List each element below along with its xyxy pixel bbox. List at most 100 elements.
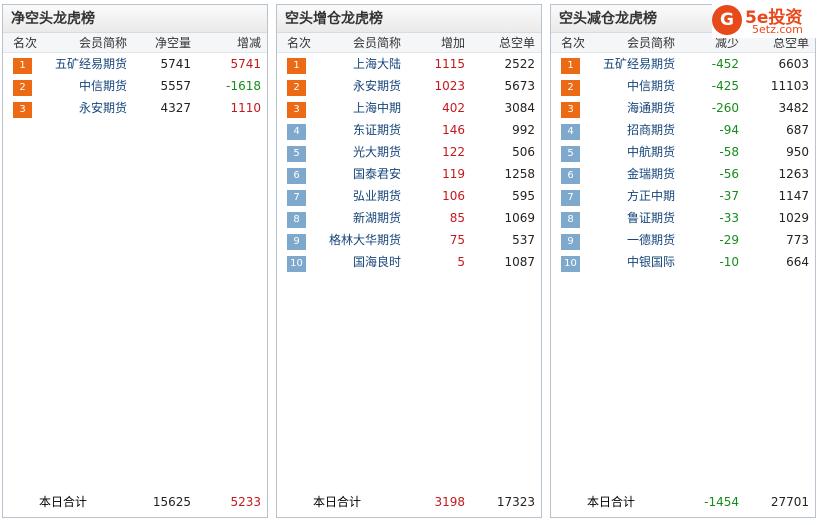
value-cell: -33 bbox=[719, 211, 739, 225]
total-short: 17323 bbox=[496, 495, 535, 509]
total-label: 本日合计 bbox=[313, 495, 362, 509]
table-row: 2 中信期货 5557 -1618 bbox=[3, 75, 267, 97]
daily-total-row: 本日合计 15625 5233 bbox=[3, 491, 267, 513]
value-cell: 3482 bbox=[778, 101, 809, 115]
rank-badge: 1 bbox=[13, 58, 32, 74]
value-cell: 3084 bbox=[504, 101, 535, 115]
table-row: 2 永安期货 1023 5673 bbox=[277, 75, 541, 97]
table-header: 名次 会员简称 净空量 增减 bbox=[3, 33, 267, 53]
member-name-link[interactable]: 一德期货 bbox=[585, 229, 675, 251]
member-name-link[interactable]: 国泰君安 bbox=[311, 163, 401, 185]
member-name-link[interactable]: 五矿经易期货 bbox=[37, 53, 127, 75]
member-name-link[interactable]: 中信期货 bbox=[37, 75, 127, 97]
rank-badge: 5 bbox=[561, 146, 580, 162]
member-name-link[interactable]: 新湖期货 bbox=[311, 207, 401, 229]
table-row: 9 格林大华期货 75 537 bbox=[277, 229, 541, 251]
value-cell: -37 bbox=[719, 189, 739, 203]
rank-badge: 5 bbox=[287, 146, 306, 162]
table-row: 7 方正中期 -37 1147 bbox=[551, 185, 815, 207]
table-row: 4 招商期货 -94 687 bbox=[551, 119, 815, 141]
table-row: 3 永安期货 4327 1110 bbox=[3, 97, 267, 119]
member-name-link[interactable]: 方正中期 bbox=[585, 185, 675, 207]
table-row: 3 海通期货 -260 3482 bbox=[551, 97, 815, 119]
table-row: 2 中信期货 -425 11103 bbox=[551, 75, 815, 97]
total-increase: 3198 bbox=[434, 495, 465, 509]
table-body: 1 上海大陆 1115 2522 2 永安期货 1023 5673 3 上海中期 402 3084 4 东… bbox=[277, 53, 541, 273]
member-name-link[interactable]: 中银国际 bbox=[585, 251, 675, 273]
value-cell: 595 bbox=[512, 189, 535, 203]
value-cell: -10 bbox=[719, 255, 739, 269]
rank-badge: 6 bbox=[561, 168, 580, 184]
rank-badge: 3 bbox=[287, 102, 306, 118]
table-row: 3 上海中期 402 3084 bbox=[277, 97, 541, 119]
rank-badge: 10 bbox=[287, 256, 306, 272]
brand-logo[interactable]: G 5e投资 5etz.com bbox=[712, 2, 818, 38]
value-cell: 5 bbox=[457, 255, 465, 269]
member-name-link[interactable]: 金瑞期货 bbox=[585, 163, 675, 185]
rank-badge: 8 bbox=[287, 212, 306, 228]
rank-badge: 10 bbox=[561, 256, 580, 272]
member-name-link[interactable]: 招商期货 bbox=[585, 119, 675, 141]
short-increase-ranking-panel: 空头增仓龙虎榜 名次 会员简称 增加 总空单 1 上海大陆 1115 2522 2 永安期… bbox=[276, 4, 542, 518]
header-net-short: 净空量 bbox=[154, 36, 191, 50]
value-cell: -425 bbox=[711, 79, 739, 93]
value-cell: 5741 bbox=[160, 57, 191, 71]
member-name-link[interactable]: 弘业期货 bbox=[311, 185, 401, 207]
rank-badge: 1 bbox=[561, 58, 580, 74]
header-member: 会员简称 bbox=[626, 36, 675, 50]
member-name-link[interactable]: 上海大陆 bbox=[311, 53, 401, 75]
panel-title: 空头增仓龙虎榜 bbox=[277, 5, 541, 33]
member-name-link[interactable]: 光大期货 bbox=[311, 141, 401, 163]
value-cell: 6603 bbox=[778, 57, 809, 71]
value-cell: 5741 bbox=[230, 57, 261, 71]
total-net-short: 15625 bbox=[152, 495, 191, 509]
table-row: 8 新湖期货 85 1069 bbox=[277, 207, 541, 229]
total-change: 5233 bbox=[230, 495, 261, 509]
value-cell: 1110 bbox=[230, 101, 261, 115]
total-decrease: -1454 bbox=[704, 495, 739, 509]
member-name-link[interactable]: 东证期货 bbox=[311, 119, 401, 141]
total-label: 本日合计 bbox=[39, 495, 88, 509]
member-name-link[interactable]: 国海良时 bbox=[311, 251, 401, 273]
member-name-link[interactable]: 格林大华期货 bbox=[311, 229, 401, 251]
value-cell: -56 bbox=[719, 167, 739, 181]
member-name-link[interactable]: 永安期货 bbox=[37, 97, 127, 119]
rank-badge: 8 bbox=[561, 212, 580, 228]
value-cell: 1147 bbox=[778, 189, 809, 203]
table-row: 1 五矿经易期货 -452 6603 bbox=[551, 53, 815, 75]
value-cell: -58 bbox=[719, 145, 739, 159]
value-cell: 992 bbox=[512, 123, 535, 137]
value-cell: 119 bbox=[442, 167, 465, 181]
table-body: 1 五矿经易期货 5741 5741 2 中信期货 5557 -1618 3 永安期货 4327 11… bbox=[3, 53, 267, 119]
member-name-link[interactable]: 上海中期 bbox=[311, 97, 401, 119]
header-member: 会员简称 bbox=[352, 36, 401, 50]
table-row: 10 国海良时 5 1087 bbox=[277, 251, 541, 273]
table-row: 7 弘业期货 106 595 bbox=[277, 185, 541, 207]
table-header: 名次 会员简称 增加 总空单 bbox=[277, 33, 541, 53]
value-cell: -1618 bbox=[226, 79, 261, 93]
value-cell: 5557 bbox=[160, 79, 191, 93]
member-name-link[interactable]: 鲁证期货 bbox=[585, 207, 675, 229]
value-cell: 2522 bbox=[504, 57, 535, 71]
rank-badge: 2 bbox=[13, 80, 32, 96]
member-name-link[interactable]: 海通期货 bbox=[585, 97, 675, 119]
member-name-link[interactable]: 中航期货 bbox=[585, 141, 675, 163]
table-row: 1 五矿经易期货 5741 5741 bbox=[3, 53, 267, 75]
value-cell: -260 bbox=[711, 101, 739, 115]
table-row: 1 上海大陆 1115 2522 bbox=[277, 53, 541, 75]
value-cell: 537 bbox=[512, 233, 535, 247]
member-name-link[interactable]: 永安期货 bbox=[311, 75, 401, 97]
rank-badge: 3 bbox=[13, 102, 32, 118]
table-row: 8 鲁证期货 -33 1029 bbox=[551, 207, 815, 229]
member-name-link[interactable]: 五矿经易期货 bbox=[585, 53, 675, 75]
value-cell: 1115 bbox=[434, 57, 465, 71]
value-cell: 1069 bbox=[504, 211, 535, 225]
value-cell: 5673 bbox=[504, 79, 535, 93]
member-name-link[interactable]: 中信期货 bbox=[585, 75, 675, 97]
logo-icon: G bbox=[712, 5, 742, 35]
rank-badge: 1 bbox=[287, 58, 306, 74]
value-cell: 11103 bbox=[770, 79, 809, 93]
value-cell: 773 bbox=[786, 233, 809, 247]
rank-badge: 9 bbox=[561, 234, 580, 250]
header-member: 会员简称 bbox=[78, 36, 127, 50]
